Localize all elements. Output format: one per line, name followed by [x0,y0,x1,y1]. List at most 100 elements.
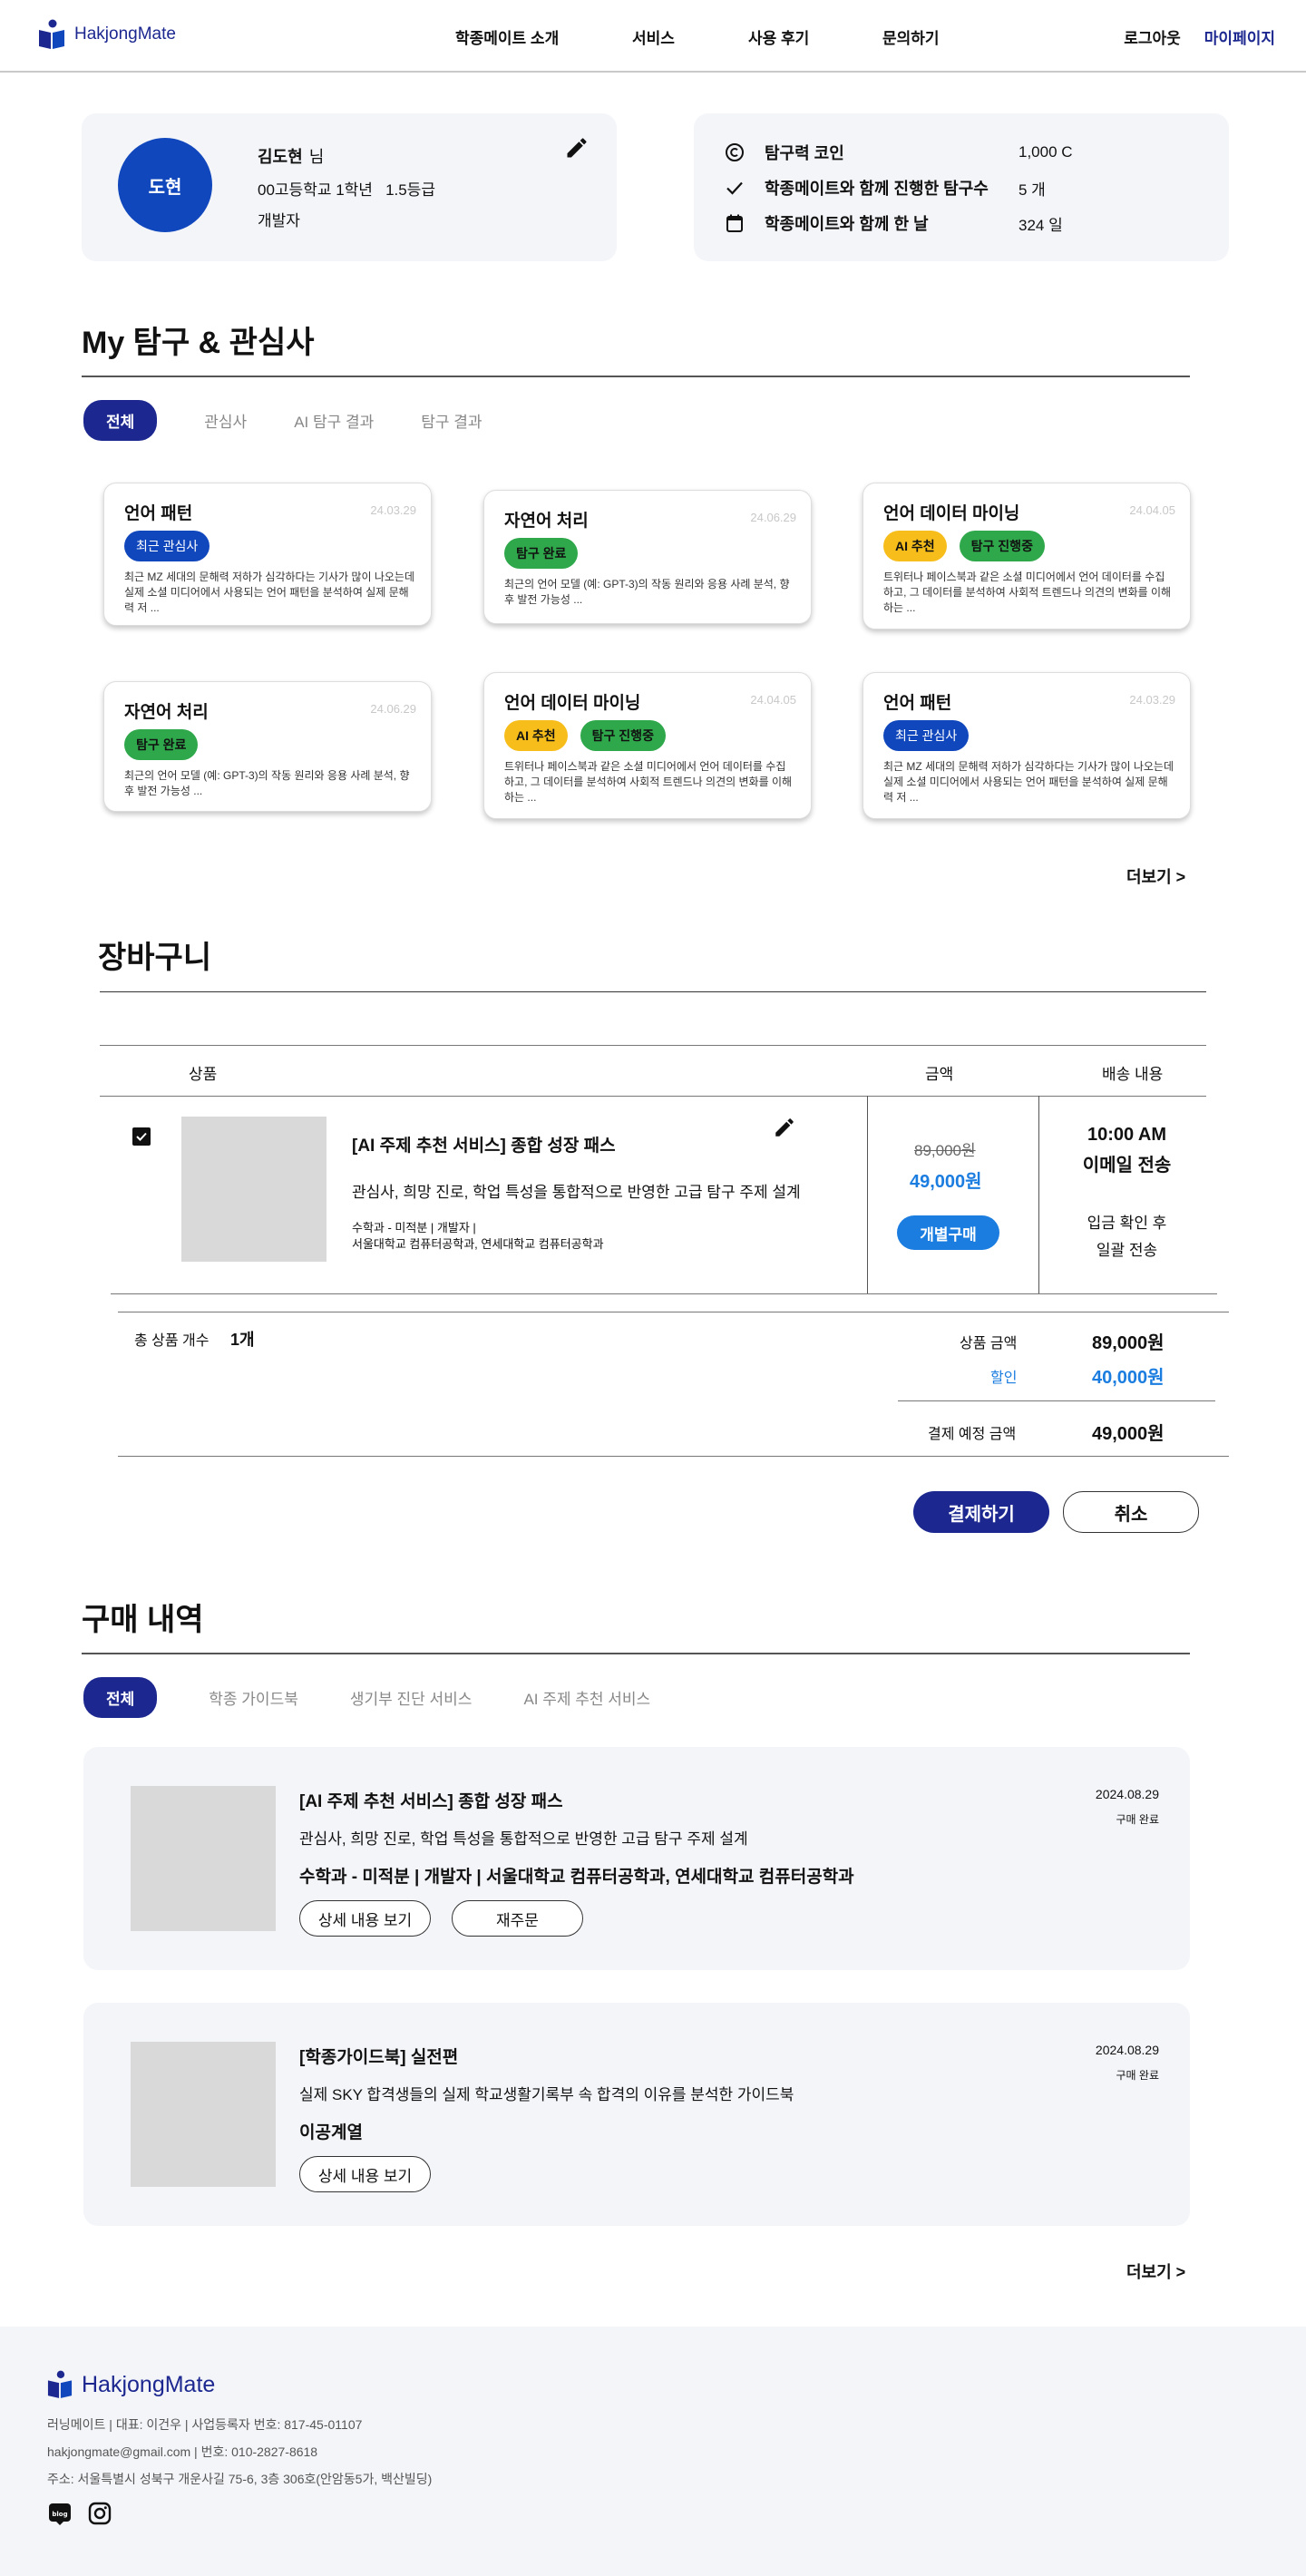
logo[interactable]: HakjongMate [38,19,176,50]
nav-services[interactable]: 서비스 [632,25,748,48]
stats-card: 탐구력 코인 1,000 C 학종메이트와 함께 진행한 탐구수 5 개 학종메… [694,113,1229,261]
interest-card-title: 언어 패턴 [124,504,193,523]
interest-card[interactable]: 자연어 처리 24.06.29 탐구 완료 최근의 언어 모델 (예: GPT-3)의… [103,681,432,812]
edit-cart-item-icon[interactable] [773,1116,796,1139]
tab-all[interactable]: 전체 [83,400,158,441]
divider [898,1400,1215,1401]
tab-results[interactable]: 탐구 결과 [421,409,482,432]
cancel-button[interactable]: 취소 [1063,1491,1199,1533]
total-count: 1개 [230,1331,255,1349]
footer-contact: hakjongmate@gmail.com | 번호: 010-2827-861… [47,2444,318,2459]
interest-card-date: 24.03.29 [1129,693,1175,707]
profile-card: 도현 김도현 님 00고등학교 1학년 1.5등급 개발자 [82,113,617,261]
pay-amount-label: 결제 예정 금액 [928,1427,1017,1442]
purchase-desc: 관심사, 희망 진로, 학업 특성을 통합적으로 반영한 고급 탐구 주제 설계 [299,1830,748,1848]
divider [100,1045,1206,1046]
blog-icon[interactable]: blog [47,2501,73,2526]
profile-honorific: 님 [308,148,325,166]
footer-logo[interactable]: HakjongMate [47,2370,215,2399]
purchase-tabs: 전체 학종 가이드북 생기부 진단 서비스 AI 주제 추천 서비스 [83,1677,650,1718]
delivery-method: 이메일 전송 [1082,1156,1172,1176]
interest-card-tags: 탐구 완료 [504,538,579,569]
interest-card-tags: 최근 관심사 [883,720,970,751]
purchases-title: 구매 내역 [82,1603,204,1637]
cart-item-thumbnail [181,1117,326,1262]
footer-company-info: 러닝메이트 | 대표: 이건우 | 사업등록자 번호: 817-45-01107 [47,2417,363,2432]
svg-text:blog: blog [52,2511,67,2518]
purchase-card: [학종가이드북] 실전편 실제 SKY 합격생들의 실제 학교생활기록부 속 합… [83,2003,1190,2226]
footer-address: 주소: 서울특별시 성북구 개운사길 75-6, 3층 306호(안암동5가, … [47,2472,433,2486]
divider [82,376,1190,377]
interest-card-desc: 최근 MZ 세대의 문해력 저하가 심각하다는 기사가 많이 나오는데 실제 소… [883,760,1174,804]
nav-contact[interactable]: 문의하기 [882,25,991,48]
interest-card-date: 24.06.29 [370,702,416,716]
interest-card[interactable]: 언어 데이터 마이닝 24.04.05 AI 추천 탐구 진행중 트위터나 페이스북과 … [863,483,1191,629]
interest-card-date: 24.06.29 [750,511,796,524]
purchases-more-link[interactable]: 더보기 > [1126,2259,1185,2283]
interest-card[interactable]: 언어 패턴 24.03.29 최근 관심사 최근 MZ 세대의 문해력 저하가 심각하… [103,483,432,626]
tab-all[interactable]: 전체 [83,1677,158,1718]
logo-icon [47,2370,73,2398]
purchase-status: 구매 완료 [1116,1813,1160,1826]
profile-job: 개발자 [258,212,300,229]
edit-profile-icon[interactable] [564,135,590,161]
delivery-note1: 입금 확인 후 [1087,1215,1167,1232]
tab-ai-results[interactable]: AI 탐구 결과 [294,409,374,432]
purchase-meta: 이공계열 [299,2123,363,2142]
discount-amount: 40,000원 [1092,1368,1165,1388]
cart-item-new-price: 49,000원 [910,1172,982,1192]
tab-record-diagnosis[interactable]: 생기부 진단 서비스 [350,1686,473,1709]
purchase-title: [AI 주제 추천 서비스] 종합 성장 패스 [299,1792,563,1811]
interest-card-title: 언어 데이터 마이닝 [504,694,641,713]
tab-ai-topic[interactable]: AI 주제 추천 서비스 [523,1686,650,1709]
top-header: HakjongMate 학종메이트 소개 서비스 사용 후기 문의하기 로그아웃… [0,0,1306,73]
tab-guidebook[interactable]: 학종 가이드북 [209,1686,298,1709]
cart-col-delivery: 배송 내용 [1102,1066,1164,1083]
mypage-link[interactable]: 마이페이지 [1204,25,1275,48]
stat-label: 학종메이트와 함께 한 날 [765,215,929,233]
pay-amount: 49,000원 [1092,1424,1165,1444]
divider [100,991,1206,992]
stat-value: 1,000 C [1018,143,1073,161]
profile-name: 김도현 님 [258,144,324,168]
purchase-date: 2024.08.29 [1095,1787,1159,1801]
interest-card-tags: 탐구 완료 [124,729,199,760]
interests-more-link[interactable]: 더보기 > [1126,864,1185,888]
logout-link[interactable]: 로그아웃 [1124,25,1181,48]
detail-button[interactable]: 상세 내용 보기 [299,2156,431,2192]
buy-individual-button[interactable]: 개별구매 [897,1215,999,1250]
cart-item-checkbox[interactable] [132,1127,151,1146]
cart-title: 장바구니 [98,941,212,975]
interest-card-date: 24.03.29 [370,503,416,517]
divider [118,1456,1229,1457]
purchase-thumbnail [131,1786,276,1931]
purchase-card: [AI 주제 추천 서비스] 종합 성장 패스 관심사, 희망 진로, 학업 특… [83,1747,1190,1970]
calendar-icon [723,211,746,235]
detail-button[interactable]: 상세 내용 보기 [299,1900,431,1937]
total-count-label: 총 상품 개수 [134,1333,210,1349]
purchase-thumbnail [131,2042,276,2187]
footer-logo-text: HakjongMate [82,2371,216,2397]
purchase-desc: 실제 SKY 합격생들의 실제 학교생활기록부 속 합격의 이유를 분석한 가이… [299,2086,794,2103]
copyright-icon [723,141,746,164]
interest-card[interactable]: 언어 패턴 24.03.29 최근 관심사 최근 MZ 세대의 문해력 저하가 심각하… [863,672,1191,819]
logo-text: HakjongMate [74,24,176,44]
interest-card[interactable]: 언어 데이터 마이닝 24.04.05 AI 추천 탐구 진행중 트위터나 페이스북과 … [483,672,812,819]
nav-reviews[interactable]: 사용 후기 [748,25,882,48]
reorder-button[interactable]: 재주문 [452,1900,583,1937]
status-badge: AI 추천 [504,720,568,751]
interest-card-title: 자연어 처리 [504,512,589,531]
purchase-status: 구매 완료 [1116,2069,1160,2082]
interest-card[interactable]: 자연어 처리 24.06.29 탐구 완료 최근의 언어 모델 (예: GPT-3)의… [483,490,812,624]
status-badge: 탐구 진행중 [580,720,666,751]
instagram-icon[interactable] [87,2501,112,2526]
cart-item-desc: 관심사, 희망 진로, 학업 특성을 통합적으로 반영한 고급 탐구 주제 설계 [352,1184,801,1201]
status-badge: 탐구 완료 [124,729,199,760]
status-badge: 탐구 완료 [504,538,579,569]
status-badge: 최근 관심사 [883,720,970,751]
pay-button[interactable]: 결제하기 [913,1491,1049,1533]
tab-interests[interactable]: 관심사 [204,409,247,432]
check-icon [136,1132,147,1141]
purchase-title: [학종가이드북] 실전편 [299,2048,459,2067]
nav-about[interactable]: 학종메이트 소개 [455,25,632,48]
